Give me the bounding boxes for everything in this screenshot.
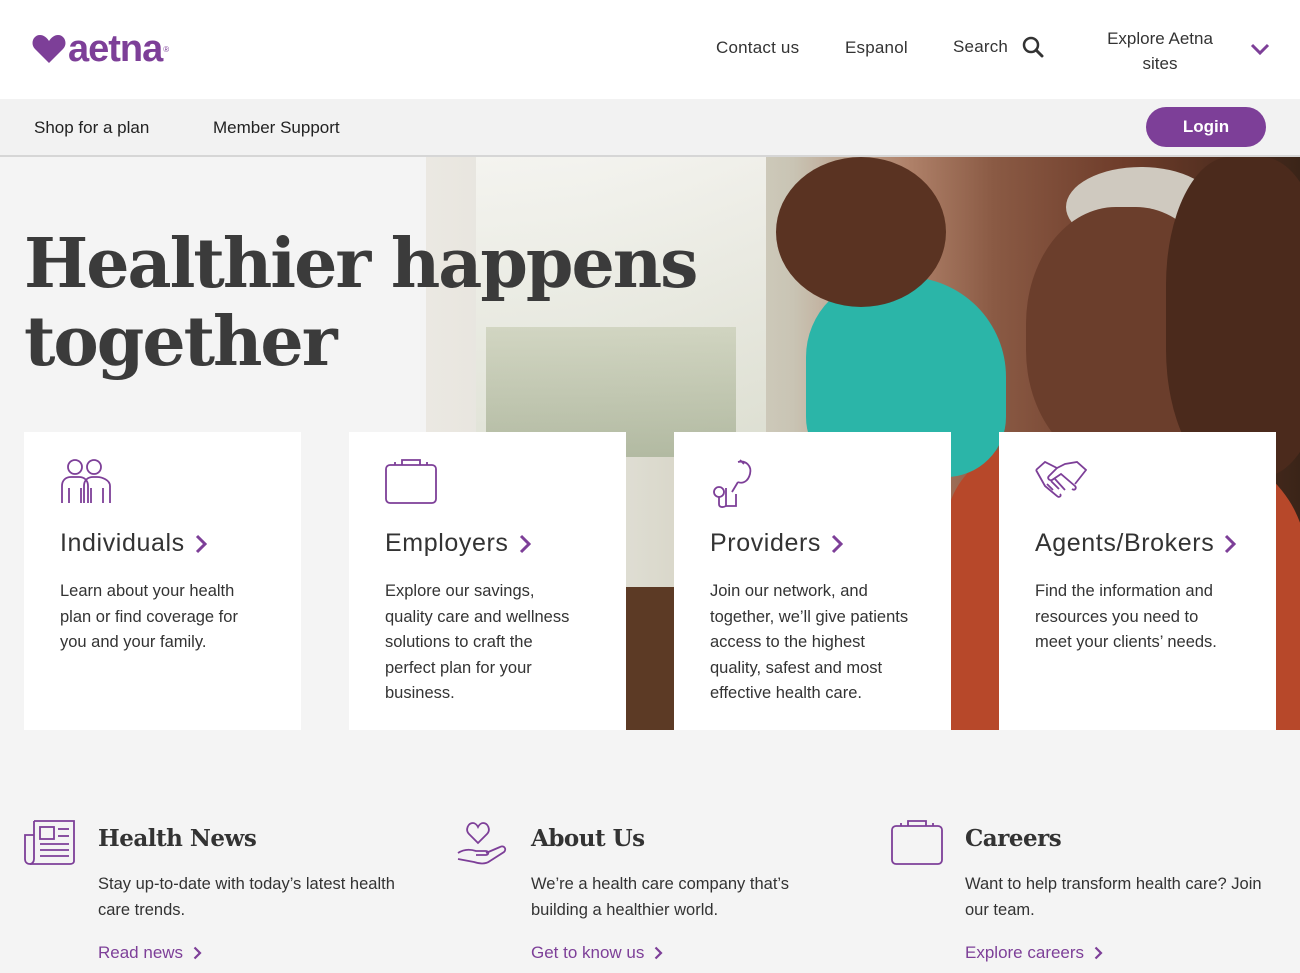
section-title: About Us <box>531 825 645 852</box>
search-icon <box>1022 36 1044 58</box>
employers-card[interactable]: Employers Explore our savings, quality c… <box>349 432 626 730</box>
card-description: Explore our savings, quality care and we… <box>385 582 570 702</box>
hero-title-line1: Healthier happens <box>24 224 698 304</box>
contact-us-link[interactable]: Contact us <box>716 38 799 58</box>
section-title: Careers <box>965 825 1062 852</box>
section-title: Health News <box>98 825 257 852</box>
registered-mark: ® <box>163 44 170 54</box>
individuals-card[interactable]: Individuals Learn about your health plan… <box>24 432 301 730</box>
chevron-right-icon <box>195 534 207 553</box>
section-description: We’re a health care company that’s build… <box>531 875 790 919</box>
section-description: Stay up-to-date with today’s latest heal… <box>98 875 395 919</box>
logo-wordmark: aetna <box>68 28 163 70</box>
card-description: Learn about your health plan or find cov… <box>60 582 238 651</box>
agents-brokers-card[interactable]: Agents/Brokers Find the information and … <box>999 432 1276 730</box>
card-title: Providers <box>710 529 843 558</box>
login-button[interactable]: Login <box>1146 107 1266 147</box>
newspaper-icon <box>24 820 75 865</box>
top-header: aetna ® Contact us Espanol Search Explor… <box>0 0 1300 99</box>
hero-title: Healthier happens together <box>24 224 698 382</box>
espanol-link[interactable]: Espanol <box>845 38 908 58</box>
card-title: Individuals <box>60 529 207 558</box>
stethoscope-icon <box>713 459 752 508</box>
briefcase-icon <box>385 459 437 504</box>
handshake-icon <box>1035 460 1087 498</box>
search-label: Search <box>953 37 1009 56</box>
chevron-right-icon <box>1094 946 1103 960</box>
card-title: Employers <box>385 529 531 558</box>
member-support-link[interactable]: Member Support <box>213 118 340 138</box>
shop-for-a-plan-link[interactable]: Shop for a plan <box>34 118 149 138</box>
hero-title-line2: together <box>24 302 338 382</box>
search-link[interactable]: Search <box>953 36 1044 58</box>
card-description: Find the information and resources you n… <box>1035 582 1217 651</box>
chevron-right-icon <box>1225 534 1237 553</box>
secondary-nav: Shop for a plan Member Support Login <box>0 99 1300 157</box>
chevron-down-icon[interactable] <box>1250 42 1270 56</box>
chevron-right-icon <box>831 534 843 553</box>
aetna-logo[interactable]: aetna ® <box>32 30 169 68</box>
card-description: Join our network, and together, we’ll gi… <box>710 582 909 702</box>
card-title: Agents/Brokers <box>1035 529 1237 558</box>
briefcase-icon <box>891 820 943 865</box>
explore-aetna-sites[interactable]: Explore Aetna sites <box>1098 26 1222 76</box>
get-to-know-us-link[interactable]: Get to know us <box>531 943 663 963</box>
heart-logo-icon <box>32 35 66 63</box>
people-icon <box>61 459 111 503</box>
heart-hand-icon <box>457 822 507 865</box>
section-description: Want to help transform health care? Join… <box>965 875 1262 919</box>
chevron-right-icon <box>193 946 202 960</box>
providers-card[interactable]: Providers Join our network, and together… <box>674 432 951 730</box>
chevron-right-icon <box>519 534 531 553</box>
explore-careers-link[interactable]: Explore careers <box>965 943 1103 963</box>
read-news-link[interactable]: Read news <box>98 943 202 963</box>
chevron-right-icon <box>655 946 663 960</box>
